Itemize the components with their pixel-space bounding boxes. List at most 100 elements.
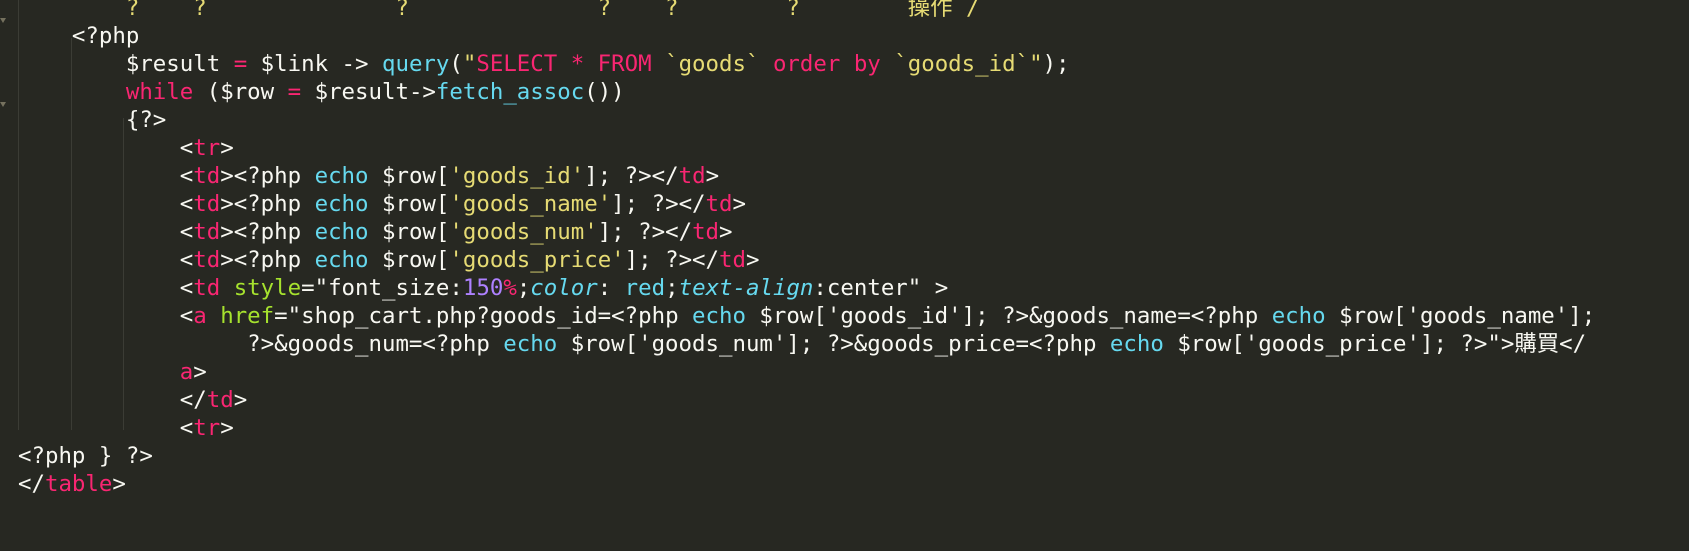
code-token: $result [18,51,234,77]
fold-arrow-icon[interactable] [0,18,6,23]
code-token: ? ? ? ? ? ? 操作 / [18,0,980,21]
code-token: echo [314,247,369,273]
code-line[interactable]: $result = $link -> query("SELECT * FROM … [18,49,1070,79]
code-token: ]; ?></ [597,219,693,245]
code-token: < [18,219,194,245]
code-token: td [193,275,221,301]
code-token: > [732,191,746,217]
code-token: $link -> [247,51,382,77]
code-token: ><?php [220,191,315,217]
code-token: ]; ?></ [611,191,706,217]
code-line[interactable]: a> [18,357,207,387]
code-token: $row['goods_id']; ?>&goods_name=<?php [745,303,1272,329]
code-token: < [18,163,194,189]
code-token: color [530,275,598,301]
code-token: style [233,275,302,301]
code-line[interactable]: ?>&goods_num=<?php echo $row['goods_num'… [18,329,1586,359]
code-token: $row[ [368,163,450,189]
code-token: echo [1109,331,1164,357]
code-token: % [503,275,517,301]
code-line[interactable]: <tr> [18,133,234,163]
code-token: = [233,51,248,77]
code-token: a [179,359,194,385]
code-token: :center" > [813,275,949,301]
code-token: while [125,79,194,105]
code-token: > [719,219,733,245]
code-line[interactable]: <tr> [18,413,234,443]
code-token: 'goods_num' [449,219,598,245]
code-token: `goods` [665,51,773,77]
code-token: echo [314,163,369,189]
code-token: 'goods_name' [449,191,612,217]
code-token: `goods_id`" [894,51,1043,77]
code-token: table [44,471,113,497]
code-token: = [287,79,302,105]
code-token: ><?php [220,247,315,273]
code-token: td [193,191,221,217]
code-token: td [193,247,221,273]
code-line[interactable]: {?> [18,105,166,135]
code-token: > [220,415,234,441]
code-token: echo [314,191,369,217]
code-token: echo [692,303,746,329]
code-line[interactable]: <td><?php echo $row['goods_price']; ?></… [18,245,760,275]
code-line[interactable]: <a href="shop_cart.php?goods_id=<?php ec… [18,301,1595,331]
code-token: < [18,303,194,329]
code-token: < [18,275,194,301]
code-token: ?>&goods_num=<?php [18,331,504,357]
code-line[interactable]: ? ? ? ? ? ? 操作 / [18,0,980,23]
code-token: a [193,303,207,329]
code-token: </ [18,471,45,497]
code-token: $row['goods_num']; ?>&goods_price=<?php [557,331,1110,357]
code-token: ><?php [220,219,315,245]
code-line[interactable]: <td><?php echo $row['goods_num']; ?></td… [18,217,733,247]
code-line[interactable]: </td> [18,385,247,415]
code-token: echo [503,331,558,357]
code-token: {?> [18,107,167,133]
code-line[interactable]: <?php } ?> [18,441,153,471]
code-token: 150 [462,275,504,301]
code-token: ="font_size: [301,275,463,301]
code-token: order by [772,51,895,77]
code-token: text-align [678,275,814,301]
fold-arrow-icon[interactable] [0,102,6,107]
code-token: SELECT * FROM [476,51,666,77]
code-token: 'goods_id' [449,163,585,189]
code-token: td [678,163,706,189]
code-token: : [597,275,625,301]
code-token: 'goods_price' [449,247,625,273]
code-token: $result-> [301,79,436,105]
code-token: fetch_assoc [435,79,585,105]
code-line[interactable]: <td><?php echo $row['goods_name']; ?></t… [18,189,746,219]
code-editor[interactable]: ? ? ? ? ? ? 操作 / <?php $result = $link -… [0,0,1689,551]
code-line[interactable]: <?php [18,21,139,51]
code-line[interactable]: while ($row = $result->fetch_assoc()) [18,77,625,107]
code-line[interactable]: <td style="font_size:150%;color: red;tex… [18,273,948,303]
code-token: < [18,191,194,217]
code-token: $row['goods_price']; ?>">購買</ [1163,331,1587,357]
code-token: red [624,275,666,301]
code-token: td [206,387,234,413]
code-token: td [692,219,720,245]
code-token: td [193,163,221,189]
code-token: ><?php [220,163,315,189]
code-token: > [193,359,207,385]
code-token: </ [18,387,207,413]
code-line[interactable]: </table> [18,469,126,499]
code-line[interactable]: <td><?php echo $row['goods_id']; ?></td> [18,161,719,191]
code-token: td [719,247,746,273]
code-token: <?php } ?> [18,443,153,469]
code-token: href [220,303,275,329]
code-token: query [381,51,450,77]
code-token: $row[ [368,219,450,245]
code-token: ]; ?></ [624,247,720,273]
code-token: " [462,51,477,77]
code-token: <?php [18,23,140,49]
code-token: ()) [584,79,625,105]
code-token: ( [449,51,463,77]
code-token: ($row [193,79,288,105]
code-token: ; [665,275,679,301]
